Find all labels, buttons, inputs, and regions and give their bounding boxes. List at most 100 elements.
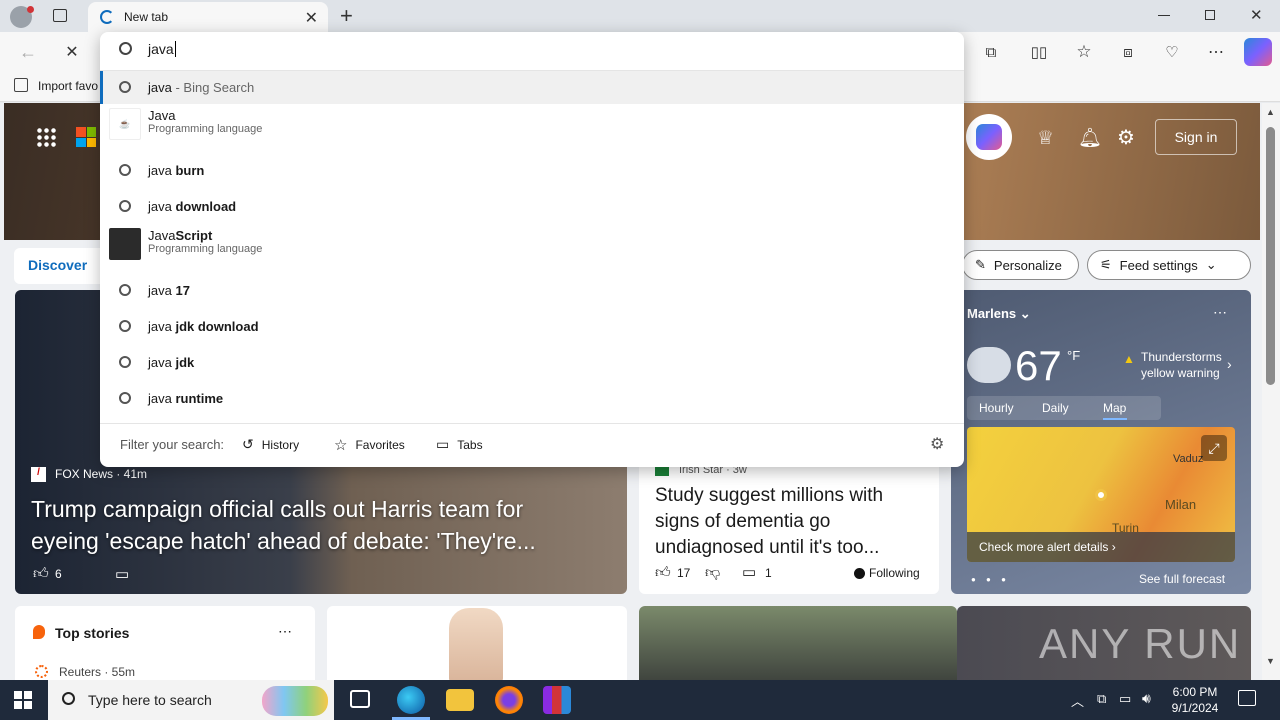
carousel-dots[interactable]: ● ● ● (971, 575, 1010, 584)
news-photo-card[interactable] (639, 606, 957, 680)
expand-map-icon[interactable]: ⤢ (1201, 435, 1227, 461)
notifications-icon[interactable]: 🔔︎ (1078, 126, 1102, 150)
suggestion-search[interactable]: java jdk download (100, 310, 964, 344)
top-stories-title[interactable]: Top stories (55, 625, 129, 641)
title-bar: New tab ✕ + ✕ (0, 0, 1280, 32)
page-settings-icon[interactable]: ⚙ (1117, 125, 1135, 150)
extensions-icon[interactable]: ⧉ (977, 38, 1005, 66)
taskbar-search-box[interactable]: Type here to search (48, 680, 334, 720)
search-highlight-icon (262, 686, 328, 716)
comment-icon[interactable]: ▭ (742, 563, 756, 581)
tab-new-tab[interactable]: New tab ✕ (88, 2, 328, 32)
network-icon[interactable]: ▭ (1119, 691, 1131, 707)
scroll-up-arrow[interactable]: ▲ (1266, 107, 1275, 117)
tab-actions-icon[interactable] (53, 9, 67, 22)
chevron-right-icon[interactable]: › (1227, 356, 1232, 372)
new-tab-button[interactable]: + (340, 3, 353, 29)
favorites-filter-button[interactable]: ☆ Favorites (334, 436, 405, 454)
like-icon[interactable]: 👍︎ (655, 564, 671, 582)
restore-button[interactable] (1205, 10, 1215, 20)
tabs-filter-button[interactable]: ▭ Tabs (436, 436, 483, 453)
weather-tab-hourly[interactable]: Hourly (979, 401, 1014, 415)
suggestion-text: JavaScript Programming language (148, 228, 262, 255)
suggestion-text: java 17 (148, 283, 190, 298)
suggestion-settings-icon[interactable]: ⚙ (930, 434, 944, 454)
weather-more-icon[interactable]: ⋯ (1213, 304, 1227, 321)
scroll-down-arrow[interactable]: ▼ (1266, 656, 1275, 666)
following-label[interactable]: Following (869, 566, 920, 580)
comment-icon[interactable]: ▭ (115, 565, 129, 583)
ad-card[interactable] (327, 606, 627, 680)
suggestion-search[interactable]: java download (100, 190, 964, 224)
suggestion-completion: runtime (175, 391, 224, 406)
microsoft-logo[interactable] (76, 127, 96, 147)
second-story-headline[interactable]: Study suggest millions with signs of dem… (655, 483, 927, 561)
see-full-forecast-link[interactable]: See full forecast (1139, 572, 1225, 586)
browser-essentials-icon[interactable]: ♡ (1158, 38, 1186, 66)
weather-tab-daily[interactable]: Daily (1042, 401, 1069, 415)
suggestion-search[interactable]: java 17 (100, 274, 964, 308)
notifications-center-icon[interactable] (1238, 690, 1256, 706)
winrar-icon[interactable] (543, 686, 571, 714)
show-hidden-icons[interactable]: ︿ (1071, 691, 1084, 710)
weather-map[interactable]: Vaduz Milan Turin ⤢ Check more alert det… (967, 427, 1235, 562)
copilot-button[interactable] (966, 114, 1012, 160)
rewards-icon[interactable]: ♕ (1037, 127, 1054, 150)
weather-alert-line2[interactable]: yellow warning (1141, 366, 1220, 380)
favorites-icon[interactable]: ☆ (1070, 38, 1098, 66)
search-icon (119, 392, 131, 404)
suggestion-entity[interactable]: ☕ Java Programming language (100, 104, 964, 144)
firefox-icon[interactable] (495, 686, 523, 714)
suggestion-text: java burn (148, 163, 204, 178)
loading-icon (100, 10, 114, 24)
file-explorer-icon[interactable] (446, 689, 474, 711)
close-button[interactable]: ✕ (1250, 6, 1263, 24)
entity-title: JavaScript (148, 228, 262, 243)
suggestion-prefix: java (148, 391, 176, 406)
personalize-button[interactable]: ✎ Personalize (962, 250, 1079, 280)
task-view-icon[interactable] (350, 690, 370, 708)
suggestion-search[interactable]: java jdk (100, 346, 964, 380)
top-stories-more-icon[interactable]: ⋯ (278, 623, 292, 640)
page-scrollbar[interactable]: ▲ ▼ (1262, 103, 1280, 680)
lead-story-headline[interactable]: Trump campaign official calls out Harris… (31, 493, 591, 557)
selection-indicator (100, 71, 103, 104)
suggestion-search[interactable]: java runtime (100, 382, 964, 416)
start-button[interactable] (14, 691, 32, 709)
anyrun-watermark: ANY RUN (1039, 620, 1242, 667)
weather-alert-line1[interactable]: Thunderstorms (1141, 350, 1222, 364)
clock-date: 9/1/2024 (1171, 701, 1219, 715)
volume-icon[interactable]: 🔊︎ (1142, 690, 1151, 707)
fox-news-logo: / (31, 467, 46, 482)
import-favorites-link[interactable]: Import favo (38, 79, 98, 93)
feed-settings-button[interactable]: ⚟ Feed settings ⌄ (1087, 250, 1251, 280)
split-screen-icon[interactable]: ▯▯ (1025, 38, 1053, 66)
top-stories-source: Reuters · 55m (59, 665, 136, 679)
discover-tab[interactable]: Discover (28, 257, 87, 273)
tab-close-icon[interactable]: ✕ (305, 8, 318, 28)
stop-loading-button[interactable]: ✕ (58, 38, 86, 66)
like-icon[interactable]: 👍︎ (33, 565, 49, 583)
meet-now-icon[interactable]: ⧉ (1097, 691, 1106, 707)
weather-location[interactable]: Marlens ⌄ (967, 306, 1031, 322)
minimize-button[interactable] (1158, 15, 1170, 16)
suggestion-entity[interactable]: JavaScript Programming language (100, 224, 964, 264)
dislike-icon[interactable]: 👎︎ (705, 564, 720, 582)
copilot-icon[interactable] (1244, 38, 1272, 66)
suggestion-search[interactable]: java burn (100, 154, 964, 188)
apps-launcher-icon[interactable] (36, 127, 58, 149)
collections-icon[interactable]: ⧈ (1114, 38, 1142, 66)
map-city-milan: Milan (1165, 497, 1197, 512)
check-alert-bar[interactable]: Check more alert details › (967, 532, 1235, 562)
clock[interactable]: 6:00 PM 9/1/2024 (1168, 684, 1222, 716)
suggestion-prefix: java (148, 319, 176, 334)
settings-more-icon[interactable]: ⋯ (1202, 38, 1230, 66)
sign-in-button[interactable]: Sign in (1155, 119, 1237, 155)
scroll-thumb[interactable] (1266, 127, 1275, 385)
address-input[interactable]: java (148, 41, 176, 57)
weather-tab-map[interactable]: Map (1103, 401, 1126, 415)
back-button[interactable]: ← (14, 38, 42, 66)
suggestion-search[interactable]: java - Bing Search (100, 71, 964, 104)
edge-taskbar-icon[interactable] (397, 686, 425, 714)
history-filter-button[interactable]: ↺ History (242, 436, 299, 453)
